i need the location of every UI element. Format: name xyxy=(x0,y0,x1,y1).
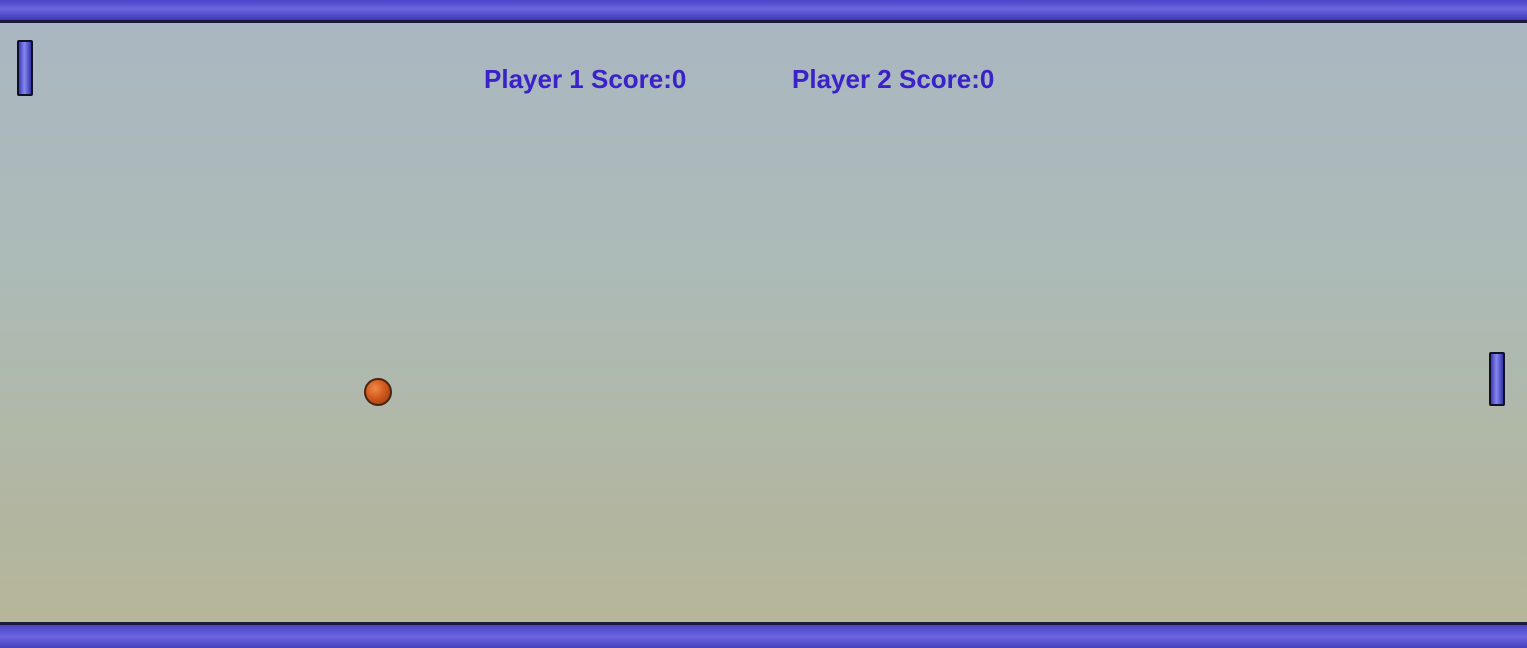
player-1-score: Player 1 Score:0 xyxy=(484,64,686,95)
player-1-score-value: 0 xyxy=(671,64,687,94)
player-2-score-value: 0 xyxy=(979,64,995,94)
player-2-score: Player 2 Score:0 xyxy=(792,64,994,95)
bottom-wall xyxy=(0,622,1527,648)
player-2-paddle xyxy=(1489,352,1505,406)
top-wall xyxy=(0,0,1527,23)
player-1-paddle xyxy=(17,40,33,96)
ball xyxy=(364,378,392,406)
player-2-score-label: Player 2 Score: xyxy=(792,64,980,94)
player-1-score-label: Player 1 Score: xyxy=(484,64,672,94)
